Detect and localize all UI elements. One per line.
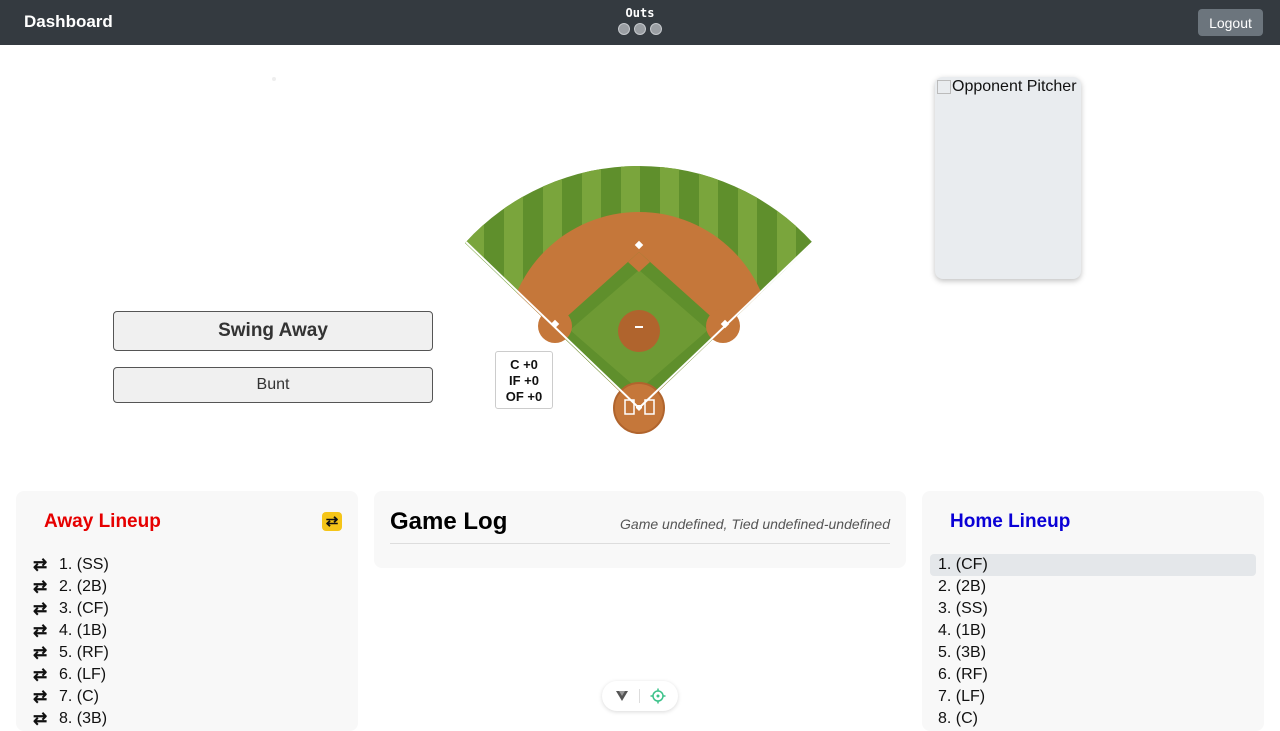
home-lineup-list: 1. (CF) 2. (2B) 3. (SS) 4. (1B) 5. (3B) 6. (R… bbox=[922, 554, 1264, 730]
bunt-button[interactable]: Bunt bbox=[113, 367, 433, 403]
home-lineup-item[interactable]: 5. (3B) bbox=[930, 642, 1256, 664]
out-dot-3 bbox=[650, 23, 662, 35]
infield-shift: IF +0 bbox=[509, 373, 539, 388]
away-lineup-item[interactable]: ⇄ 6. (LF) bbox=[16, 664, 358, 686]
away-lineup-panel: Away Lineup ⇄ ⇄ 1. (SS) ⇄ 2. (2B) ⇄ 3. (CF) ⇄ 4… bbox=[16, 491, 358, 731]
top-navbar: Dashboard Outs Logout bbox=[0, 0, 1280, 45]
swap-player-icon[interactable]: ⇄ bbox=[33, 620, 59, 642]
pitcher-alt-text: Opponent Pitcher bbox=[952, 78, 1077, 95]
outs-indicator: Outs bbox=[610, 6, 670, 35]
game-log-panel: Game Log Game undefined, Tied undefined-… bbox=[374, 491, 906, 568]
home-lineup-item[interactable]: 6. (RF) bbox=[930, 664, 1256, 686]
away-lineup-item[interactable]: ⇄ 2. (2B) bbox=[16, 576, 358, 598]
swap-player-icon[interactable]: ⇄ bbox=[33, 664, 59, 686]
home-lineup-item[interactable]: 3. (SS) bbox=[930, 598, 1256, 620]
swap-lineup-button[interactable]: ⇄ bbox=[322, 512, 342, 531]
home-lineup-item[interactable]: 2. (2B) bbox=[930, 576, 1256, 598]
away-lineup-item[interactable]: ⇄ 3. (CF) bbox=[16, 598, 358, 620]
broken-image-icon bbox=[937, 80, 951, 94]
away-player-label: 3. (CF) bbox=[59, 600, 109, 617]
outfield-shift: OF +0 bbox=[505, 389, 543, 404]
swap-player-icon[interactable]: ⇄ bbox=[33, 642, 59, 664]
away-player-label: 8. (3B) bbox=[59, 710, 108, 727]
outs-dots bbox=[610, 23, 670, 35]
catcher-shift: C +0 bbox=[510, 357, 538, 372]
game-log-title: Game Log bbox=[390, 508, 508, 535]
swap-player-icon[interactable]: ⇄ bbox=[33, 554, 59, 576]
away-player-label: 5. (RF) bbox=[59, 644, 109, 661]
away-lineup-list: ⇄ 1. (SS) ⇄ 2. (2B) ⇄ 3. (CF) ⇄ 4. (1B) ⇄ 5. (RF)… bbox=[16, 554, 358, 730]
divider bbox=[390, 543, 890, 544]
opponent-pitcher-card: Opponent Pitcher bbox=[935, 77, 1081, 279]
logout-button[interactable]: Logout bbox=[1198, 9, 1263, 36]
chevron-down-icon[interactable] bbox=[615, 689, 629, 703]
away-player-label: 2. (2B) bbox=[59, 578, 108, 595]
away-lineup-item[interactable]: ⇄ 7. (C) bbox=[16, 686, 358, 708]
home-lineup-item[interactable]: 4. (1B) bbox=[930, 620, 1256, 642]
away-lineup-item[interactable]: ⇄ 1. (SS) bbox=[16, 554, 358, 576]
out-dot-1 bbox=[618, 23, 630, 35]
away-player-label: 7. (C) bbox=[59, 688, 99, 705]
swing-away-button[interactable]: Swing Away bbox=[113, 311, 433, 351]
home-lineup-panel: Home Lineup 1. (CF) 2. (2B) 3. (SS) 4. (1B)… bbox=[922, 491, 1264, 731]
home-lineup-item[interactable]: 8. (C) bbox=[930, 708, 1256, 730]
defensive-shift-box: C +0 IF +0 OF +0 bbox=[495, 351, 553, 409]
away-lineup-item[interactable]: ⇄ 8. (3B) bbox=[16, 708, 358, 730]
out-dot-2 bbox=[634, 23, 646, 35]
home-lineup-item[interactable]: 7. (LF) bbox=[930, 686, 1256, 708]
dashboard-link[interactable]: Dashboard bbox=[24, 12, 113, 32]
away-player-label: 6. (LF) bbox=[59, 666, 107, 683]
away-player-label: 1. (SS) bbox=[59, 556, 109, 573]
swap-player-icon[interactable]: ⇄ bbox=[33, 708, 59, 730]
away-player-label: 4. (1B) bbox=[59, 622, 108, 639]
home-lineup-item[interactable]: 1. (CF) bbox=[930, 554, 1256, 576]
swap-player-icon[interactable]: ⇄ bbox=[33, 598, 59, 620]
game-status: Game undefined, Tied undefined-undefined bbox=[620, 516, 890, 532]
toolbar-separator bbox=[638, 689, 640, 703]
swap-player-icon[interactable]: ⇄ bbox=[33, 576, 59, 598]
away-lineup-item[interactable]: ⇄ 5. (RF) bbox=[16, 642, 358, 664]
loading-dot bbox=[272, 77, 276, 81]
swap-player-icon[interactable]: ⇄ bbox=[33, 686, 59, 708]
opponent-pitcher-image: Opponent Pitcher bbox=[937, 78, 1077, 96]
home-lineup-title: Home Lineup bbox=[950, 511, 1071, 532]
away-lineup-title: Away Lineup bbox=[44, 511, 161, 532]
crosshair-icon[interactable] bbox=[650, 688, 666, 704]
away-lineup-item[interactable]: ⇄ 4. (1B) bbox=[16, 620, 358, 642]
outs-label: Outs bbox=[625, 6, 655, 20]
floating-toolbar bbox=[602, 681, 678, 711]
pitcher-mound bbox=[618, 310, 660, 352]
